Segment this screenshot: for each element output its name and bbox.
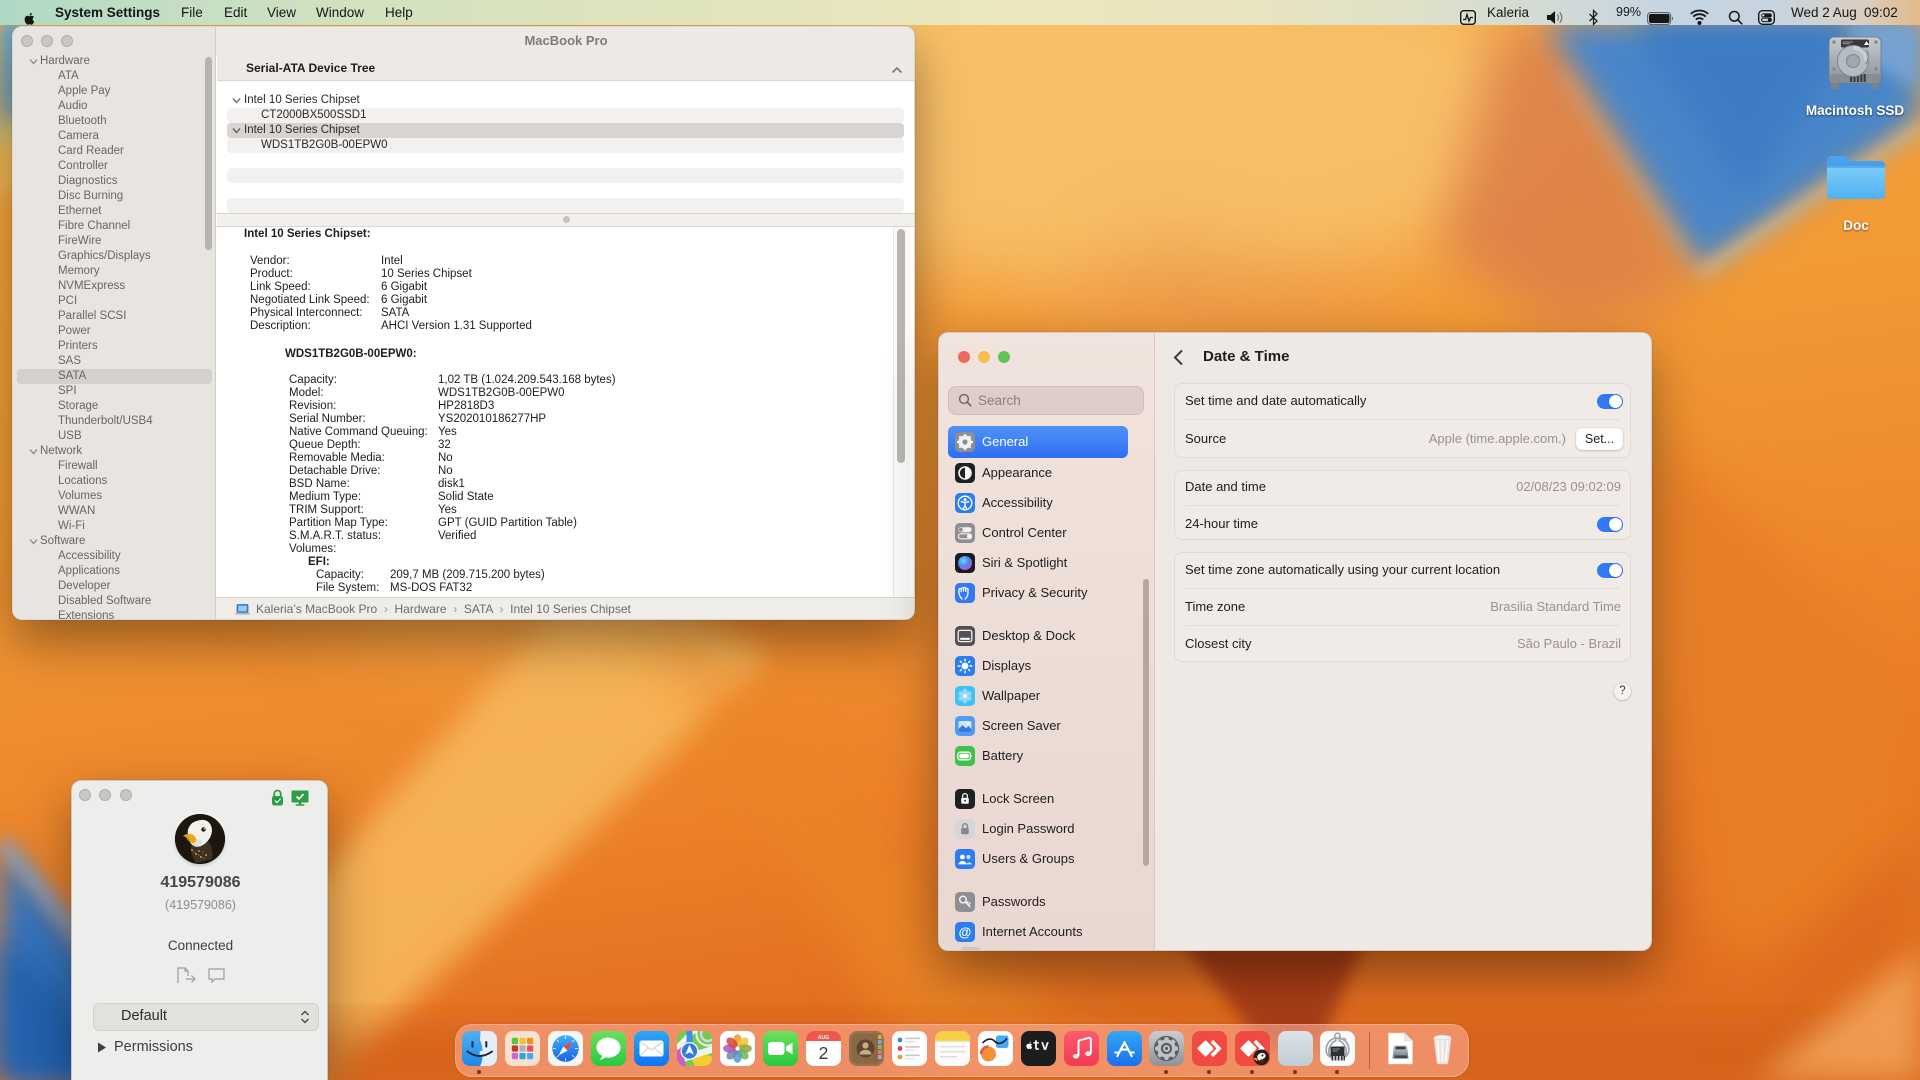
svg-text:@: @ [959, 925, 972, 940]
svg-text:2: 2 [818, 1043, 828, 1063]
svg-text:AUG: AUG [817, 1035, 829, 1041]
